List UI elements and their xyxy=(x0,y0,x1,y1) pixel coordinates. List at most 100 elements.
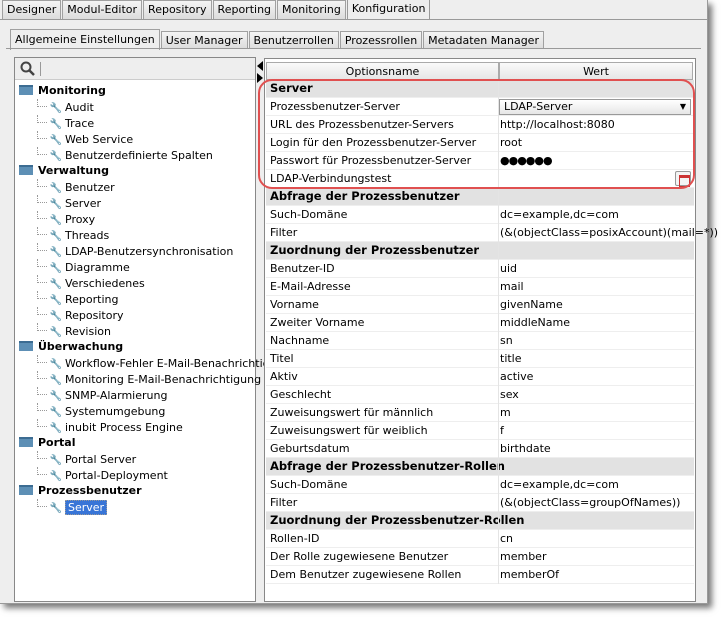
option-value[interactable]: mail xyxy=(500,278,524,295)
table-row[interactable]: Nachname sn xyxy=(266,332,694,350)
folder-icon xyxy=(19,485,33,495)
table-row[interactable]: Geschlecht sex xyxy=(266,386,694,404)
sub-tab-prozessrollen[interactable]: Prozessrollen xyxy=(339,31,423,49)
tree-item[interactable]: 🔧 Audit xyxy=(37,99,94,115)
tree-group[interactable]: Prozessbenutzer xyxy=(19,483,142,499)
tree-item[interactable]: 🔧 Systemumgebung xyxy=(37,403,165,419)
tree-group[interactable]: Überwachung xyxy=(19,339,123,355)
panel-splitter[interactable] xyxy=(257,60,264,87)
table-row[interactable]: Such-Domäne dc=example,dc=com xyxy=(266,206,694,224)
option-value[interactable]: root xyxy=(500,134,522,151)
option-value[interactable]: f xyxy=(500,422,504,439)
tree-group[interactable]: Verwaltung xyxy=(19,163,109,179)
tree-group[interactable]: Monitoring xyxy=(19,83,106,99)
tree-item[interactable]: 🔧 Portal Server xyxy=(37,451,136,467)
option-name: Filter xyxy=(270,226,298,239)
main-tab-designer[interactable]: Designer xyxy=(2,0,62,19)
sub-tab-benutzerrollen[interactable]: Benutzerrollen xyxy=(248,31,339,49)
option-value[interactable]: m xyxy=(500,404,511,421)
option-value[interactable]: sex xyxy=(500,386,519,403)
option-value[interactable]: http://localhost:8080 xyxy=(500,116,615,133)
table-row[interactable]: Dem Benutzer zugewiesene Rollen memberOf xyxy=(266,566,694,584)
main-tab-modul-editor[interactable]: Modul-Editor xyxy=(62,0,143,19)
option-value[interactable]: dc=example,dc=com xyxy=(500,476,619,493)
option-value[interactable]: active xyxy=(500,368,533,385)
tree-item-label: Repository xyxy=(65,309,124,322)
tree-item[interactable]: 🔧 Proxy xyxy=(37,211,95,227)
option-value[interactable]: dc=example,dc=com xyxy=(500,206,619,223)
option-value[interactable]: ●●●●●● xyxy=(500,152,553,169)
table-row[interactable]: Passwort für Prozessbenutzer-Server ●●●●●… xyxy=(266,152,694,170)
table-row[interactable]: Benutzer-ID uid xyxy=(266,260,694,278)
server-type-dropdown[interactable]: LDAP-Server ▼ xyxy=(499,99,691,115)
option-value[interactable]: birthdate xyxy=(500,440,551,457)
tree-item[interactable]: 🔧 Revision xyxy=(37,323,111,339)
option-name: E-Mail-Adresse xyxy=(270,280,351,293)
tree-item[interactable]: 🔧 Monitoring E-Mail-Benachrichtigung xyxy=(37,371,261,387)
tree-item-label: SNMP-Alarmierung xyxy=(65,389,168,402)
column-header-optionsname[interactable]: Optionsname xyxy=(266,62,499,80)
option-value[interactable]: cn xyxy=(500,530,513,547)
option-value[interactable]: title xyxy=(500,350,522,367)
table-row[interactable]: URL des Prozessbenutzer-Servers http://lo… xyxy=(266,116,694,134)
option-value[interactable]: (&(objectClass=posixAccount)(mail=*)) xyxy=(500,224,718,241)
tree-item[interactable]: 🔧 Trace xyxy=(37,115,94,131)
option-value[interactable]: memberOf xyxy=(500,566,559,583)
tree-item[interactable]: 🔧 Portal-Deployment xyxy=(37,467,168,483)
tree-connector xyxy=(37,387,47,395)
tree-item[interactable]: 🔧 Diagramme xyxy=(37,259,130,275)
tree-item[interactable]: 🔧 Web Service xyxy=(37,131,133,147)
tree-item[interactable]: 🔧 Repository xyxy=(37,307,124,323)
main-tab-reporting[interactable]: Reporting xyxy=(212,0,277,19)
main-tab-konfiguration[interactable]: Konfiguration xyxy=(346,0,431,20)
sub-tab-user-manager[interactable]: User Manager xyxy=(160,31,248,49)
tree-item-label: Reporting xyxy=(65,293,119,306)
table-row[interactable]: Vorname givenName xyxy=(266,296,694,314)
table-row[interactable]: Titel title xyxy=(266,350,694,368)
table-row[interactable]: LDAP-Verbindungstest xyxy=(266,170,694,188)
option-value[interactable]: givenName xyxy=(500,296,563,313)
table-row[interactable]: Geburtsdatum birthdate xyxy=(266,440,694,458)
tree-item[interactable]: 🔧 LDAP-Benutzersynchronisation xyxy=(37,243,233,259)
table-row[interactable]: Zweiter Vorname middleName xyxy=(266,314,694,332)
table-row[interactable]: Login für den Prozessbenutzer-Server root xyxy=(266,134,694,152)
tree-item[interactable]: 🔧 Workflow-Fehler E-Mail-Benachrichtigung xyxy=(37,355,291,371)
sub-tab-metadaten-manager[interactable]: Metadaten Manager xyxy=(423,31,544,49)
tree-connector xyxy=(37,259,47,267)
option-name: Passwort für Prozessbenutzer-Server xyxy=(270,154,472,167)
table-row[interactable]: Rollen-ID cn xyxy=(266,530,694,548)
tree-item-label: Monitoring E-Mail-Benachrichtigung xyxy=(65,373,262,386)
ldap-test-button[interactable] xyxy=(675,171,691,187)
table-row[interactable]: Aktiv active xyxy=(266,368,694,386)
tree-search-bar[interactable] xyxy=(15,58,255,80)
table-row[interactable]: E-Mail-Adresse mail xyxy=(266,278,694,296)
option-value[interactable]: (&(objectClass=groupOfNames)) xyxy=(500,494,680,511)
tree-item[interactable]: 🔧 Server xyxy=(37,499,108,515)
tree-item[interactable]: 🔧 SNMP-Alarmierung xyxy=(37,387,167,403)
tree-item[interactable]: 🔧 Server xyxy=(37,195,101,211)
table-row[interactable]: Zuweisungswert für weiblich f xyxy=(266,422,694,440)
column-header-wert[interactable]: Wert xyxy=(499,62,693,80)
table-row[interactable]: Prozessbenutzer-Server LDAP-Server ▼ xyxy=(266,98,694,116)
table-row[interactable]: Zuweisungswert für männlich m xyxy=(266,404,694,422)
tree-item[interactable]: 🔧 Benutzer xyxy=(37,179,115,195)
tree-item[interactable]: 🔧 Threads xyxy=(37,227,109,243)
table-row[interactable]: Filter (&(objectClass=groupOfNames)) xyxy=(266,494,694,512)
main-tab-repository[interactable]: Repository xyxy=(143,0,212,19)
option-value[interactable]: middleName xyxy=(500,314,570,331)
table-row[interactable]: Such-Domäne dc=example,dc=com xyxy=(266,476,694,494)
tree-group[interactable]: Portal xyxy=(19,435,76,451)
table-row[interactable]: Der Rolle zugewiesene Benutzer member xyxy=(266,548,694,566)
option-value[interactable]: uid xyxy=(500,260,517,277)
tree-item[interactable]: 🔧 inubit Process Engine xyxy=(37,419,183,435)
option-value[interactable]: member xyxy=(500,548,546,565)
dropdown-value: LDAP-Server xyxy=(504,100,573,113)
tree-item[interactable]: 🔧 Benutzerdefinierte Spalten xyxy=(37,147,213,163)
main-tab-monitoring[interactable]: Monitoring xyxy=(277,0,346,19)
option-value[interactable]: sn xyxy=(500,332,513,349)
tree-item[interactable]: 🔧 Verschiedenes xyxy=(37,275,145,291)
table-row[interactable]: Filter (&(objectClass=posixAccount)(mail=… xyxy=(266,224,718,242)
search-icon[interactable] xyxy=(20,61,36,77)
sub-tab-allgemeine-einstellungen[interactable]: Allgemeine Einstellungen xyxy=(10,29,160,50)
tree-item[interactable]: 🔧 Reporting xyxy=(37,291,118,307)
